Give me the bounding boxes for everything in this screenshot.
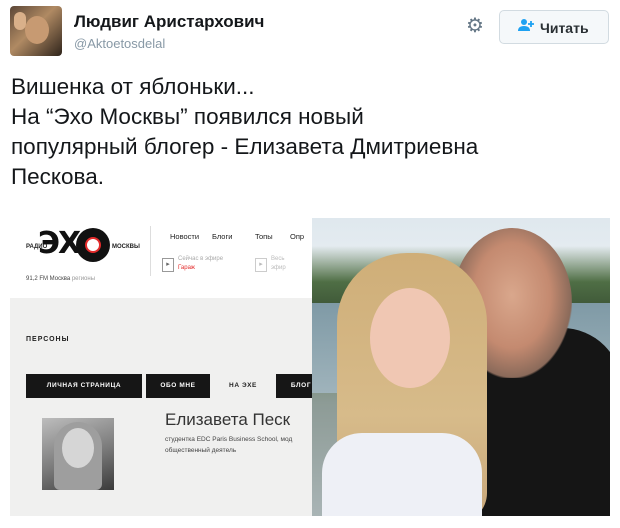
next-playing-label: Весь [271,256,285,262]
logo-disc-icon [76,228,110,262]
follow-button[interactable]: Читать [499,10,609,44]
nav-divider [150,226,151,276]
gear-icon[interactable]: ⚙ [463,14,487,38]
author-name[interactable]: Людвиг Аристархович [74,12,264,32]
tweet-text-line: Вишенка от яблоньки... [11,74,255,99]
nav-item: Блоги [212,232,233,241]
tweet-text-line: На “Эхо Москвы” появился новый [11,104,364,129]
now-playing-label: Сейчас в эфире [178,256,224,262]
play-icon: ▸ [255,258,267,272]
avatar-face [25,16,49,44]
next-playing-show: эфир [271,265,286,271]
now-playing-show: Гараж [178,265,195,271]
nav-item: Новости [170,232,200,241]
person-name: Елизавета Песк [165,410,291,429]
profile-tabs: ЛИЧНАЯ СТРАНИЦА ОБО МНЕ НА ЭХЕ БЛОГ [26,374,326,398]
author-handle[interactable]: @Aktoetosdelal [74,36,165,51]
tweet-media[interactable]: РАДИО ЭХО МОСКВЫ 91,2 FM Москва регионы … [10,214,610,516]
tweet-text-line: популярный блогер - Елизавета Дмитриевна [11,134,479,159]
logo-city-text: МОСКВЫ [112,244,140,250]
now-playing: ▸ Сейчас в эфире Гараж [162,254,242,278]
regions-link: регионы [71,276,96,282]
tab-on-echo: НА ЭХЕ [214,374,272,398]
tweet-text-line: Пескова. [11,164,105,189]
frequency-text: 91,2 FM Москва [26,276,71,282]
tweet-text: Вишенка от яблоньки... На “Эхо Москвы” п… [11,72,611,192]
photo-girl-face [370,288,450,388]
follow-label: Читать [540,20,589,36]
photo-face [62,428,94,468]
next-playing: ▸ Весь эфир [255,254,315,278]
person-description: студентка EDC Paris Business School, мод… [165,436,293,454]
tab-personal-page: ЛИЧНАЯ СТРАНИЦА [26,374,142,398]
profile-photo [42,418,114,490]
selfie-photo [312,218,610,516]
add-user-icon [518,18,534,36]
play-icon: ▸ [162,258,174,272]
section-title: ПЕРСОНЫ [26,336,70,343]
author-avatar[interactable] [10,6,62,56]
nav-item: Топы [255,232,273,241]
echo-site-screenshot: РАДИО ЭХО МОСКВЫ 91,2 FM Москва регионы … [10,214,326,516]
tweet-header: Людвиг Аристархович @Aktoetosdelal ⚙ Чит… [10,6,610,56]
tab-about: ОБО МНЕ [146,374,210,398]
nav-item: Опр [290,232,305,241]
site-frequency: 91,2 FM Москва регионы [26,276,95,282]
photo-girl-shirt [322,433,482,516]
echo-logo: РАДИО ЭХО МОСКВЫ [26,224,140,266]
